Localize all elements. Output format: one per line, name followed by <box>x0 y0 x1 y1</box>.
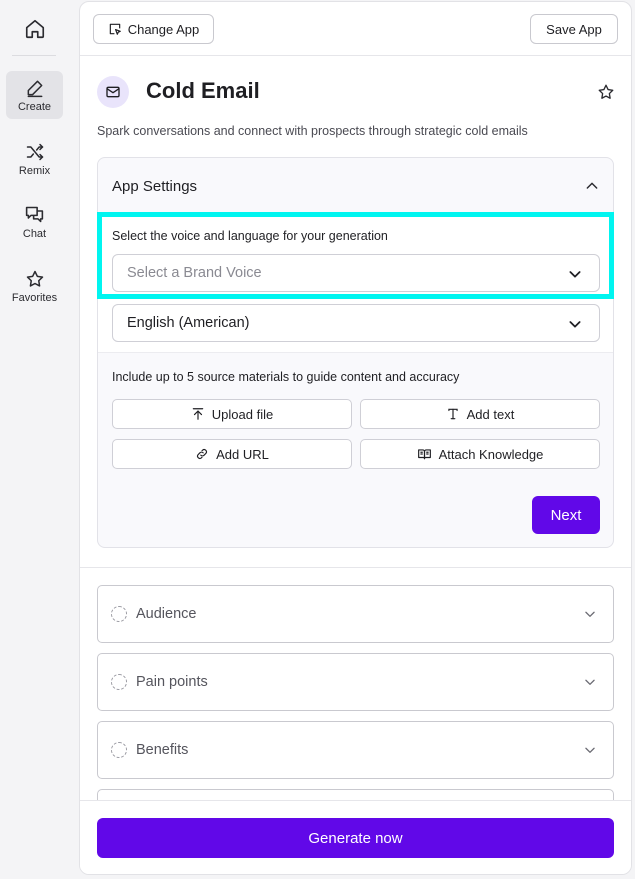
chevron-down-icon <box>569 321 581 328</box>
shuffle-icon <box>26 143 43 160</box>
chevron-down-icon <box>585 679 595 685</box>
section-benefits[interactable]: Benefits <box>97 721 614 779</box>
incomplete-status-icon <box>111 742 127 758</box>
brand-voice-placeholder: Select a Brand Voice <box>127 265 262 281</box>
attach-knowledge-button[interactable]: Attach Knowledge <box>360 439 600 469</box>
rail-item-favorites[interactable]: Favorites <box>6 262 63 310</box>
add-url-label: Add URL <box>216 446 269 462</box>
add-text-button[interactable]: Add text <box>360 399 600 429</box>
voice-language-label: Select the voice and language for your g… <box>112 229 388 243</box>
add-url-button[interactable]: Add URL <box>112 439 352 469</box>
change-app-label: Change App <box>127 21 200 37</box>
section-label: Benefits <box>136 742 189 758</box>
star-icon <box>26 270 43 287</box>
chat-bubbles-icon <box>25 206 44 223</box>
rail-divider <box>12 55 56 56</box>
app-settings-header[interactable]: App Settings <box>98 158 613 213</box>
section-label: Audience <box>136 606 197 622</box>
edit-cursor-icon <box>109 23 121 35</box>
change-app-button[interactable]: Change App <box>93 14 214 44</box>
text-icon <box>447 408 458 420</box>
upload-icon <box>192 408 204 420</box>
rail-item-chat[interactable]: Chat <box>6 198 63 246</box>
page-title: Cold Email <box>146 78 260 103</box>
save-app-button[interactable]: Save App <box>530 14 618 44</box>
rail-item-remix[interactable]: Remix <box>6 135 63 183</box>
language-value: English (American) <box>127 315 250 331</box>
upload-file-label: Upload file <box>211 406 274 422</box>
upload-file-button[interactable]: Upload file <box>112 399 352 429</box>
pen-icon <box>27 80 42 97</box>
rail-item-label: Favorites <box>11 291 58 304</box>
section-divider <box>80 567 631 568</box>
next-button[interactable]: Next <box>532 496 600 534</box>
rail-item-label: Create <box>17 100 52 113</box>
incomplete-status-icon <box>111 606 127 622</box>
chevron-down-icon <box>569 271 581 278</box>
voice-language-section: Select the voice and language for your g… <box>98 213 613 353</box>
star-outline-icon <box>598 84 614 99</box>
add-text-label: Add text <box>466 406 515 422</box>
book-icon <box>417 449 431 460</box>
language-select[interactable]: English (American) <box>112 304 600 342</box>
chevron-down-icon <box>585 747 595 753</box>
panel-toolbar: Change App Save App <box>80 2 631 56</box>
app-panel: Change App Save App Cold Email Spark con… <box>79 1 632 875</box>
next-label: Next <box>550 506 582 524</box>
attach-knowledge-label: Attach Knowledge <box>438 446 544 462</box>
home-icon <box>25 19 45 39</box>
link-icon <box>197 449 208 459</box>
rail-item-label: Remix <box>18 164 51 177</box>
rail-item-create[interactable]: Create <box>6 71 63 119</box>
home-button[interactable] <box>20 14 50 44</box>
app-settings-title: App Settings <box>112 178 198 195</box>
source-materials-label: Include up to 5 source materials to guid… <box>112 370 460 384</box>
app-description: Spark conversations and connect with pro… <box>97 124 528 138</box>
chevron-down-icon <box>585 611 595 617</box>
app-icon <box>97 76 129 108</box>
section-label: Pain points <box>136 674 208 690</box>
left-rail: Create Remix Chat Favorites <box>0 0 70 879</box>
generate-footer: Generate now <box>80 800 631 874</box>
generate-now-label: Generate now <box>308 829 403 847</box>
favorite-button[interactable] <box>596 82 616 102</box>
rail-item-label: Chat <box>22 228 47 240</box>
chevron-up-icon <box>586 182 598 189</box>
generate-now-button[interactable]: Generate now <box>97 818 614 858</box>
brand-voice-select[interactable]: Select a Brand Voice <box>112 254 600 292</box>
incomplete-status-icon <box>111 674 127 690</box>
app-settings-card: App Settings Select the voice and langua… <box>97 157 614 548</box>
section-audience[interactable]: Audience <box>97 585 614 643</box>
section-pain-points[interactable]: Pain points <box>97 653 614 711</box>
mail-icon <box>106 86 120 98</box>
save-app-label: Save App <box>546 21 602 37</box>
